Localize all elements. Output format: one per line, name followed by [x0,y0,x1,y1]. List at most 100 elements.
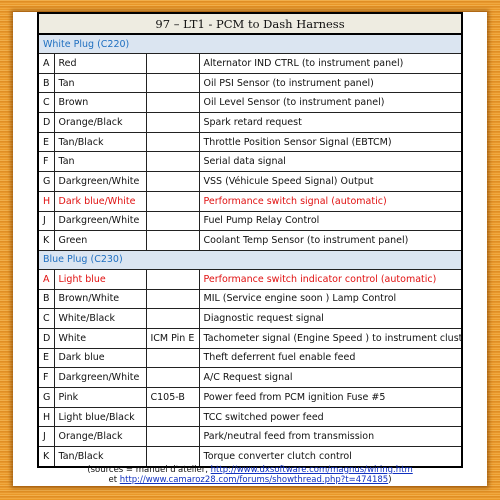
table-row: B Brown/White MIL (Service engine soon ) L… [37,288,463,310]
section-header: White Plug (C220) [37,33,463,54]
table-row: F Darkgreen/White A/C Request signal [37,367,463,388]
pin-letter: D [37,112,55,133]
wire-color: Dark blue/White [53,190,147,212]
connector-pin [145,367,200,388]
pin-letter: J [37,210,55,232]
signal-description: VSS (Véhicule Speed Signal) Output [198,171,463,192]
wire-color: Light blue [53,268,147,290]
connector-pin: C105-B [145,387,200,408]
signal-description: Tachometer signal (Engine Speed ) to ins… [198,327,463,349]
footer-text: ) [388,475,392,485]
wire-color: White/Black [53,308,147,329]
table-row: A Red Alternator IND CTRL (to instrument p… [37,53,463,74]
wire-color: Orange/Black [53,426,147,448]
source-link-camaroz28[interactable]: http://www.camaroz28.com/forums/showthre… [120,475,388,485]
table-row: E Tan/Black Throttle Position Sensor Signa… [37,131,463,153]
pin-letter: C [37,92,55,114]
wire-color: Tan [53,72,147,94]
connector-pin [145,308,200,329]
connector-pin: ICM Pin E [145,327,200,349]
connector-pin [145,446,200,468]
signal-description: TCC switched power feed [198,406,463,428]
pin-letter: G [37,171,55,192]
wire-color: Orange/Black [53,112,147,133]
wire-color: Tan/Black [53,131,147,153]
pin-letter: H [37,406,55,428]
signal-description: Diagnostic request signal [198,308,463,329]
connector-pin [145,426,200,448]
table-row: G Pink C105-B Power feed from PCM ignition … [37,387,463,408]
table-row: C White/Black Diagnostic request signal [37,308,463,329]
connector-pin [145,210,200,232]
wire-color: Green [53,230,147,251]
signal-description: Performance switch signal (automatic) [198,190,463,212]
frame: 97 – LT1 - PCM to Dash Harness White Plu… [13,12,487,486]
signal-description: Park/neutral feed from transmission [198,426,463,448]
signal-description: Serial data signal [198,151,463,173]
table-row: A Light blue Performance switch indicator … [37,268,463,290]
connector-pin [145,72,200,94]
pinout-table: 97 – LT1 - PCM to Dash Harness White Plu… [37,12,463,468]
pin-letter: F [37,151,55,173]
footer-text: et [108,475,120,485]
wire-color: Darkgreen/White [53,367,147,388]
signal-description: Power feed from PCM ignition Fuse #5 [198,387,463,408]
pin-letter: H [37,190,55,212]
wire-color: Light blue/Black [53,406,147,428]
table-row: D Orange/Black Spark retard request [37,112,463,133]
wire-color: White [53,327,147,349]
table-row: B Tan Oil PSI Sensor (to instrument panel) [37,72,463,94]
pin-letter: J [37,426,55,448]
connector-pin [145,151,200,173]
table-title: 97 – LT1 - PCM to Dash Harness [37,12,463,35]
signal-description: A/C Request signal [198,367,463,388]
signal-description: Fuel Pump Relay Control [198,210,463,232]
pin-letter: A [37,53,55,74]
wire-color: Darkgreen/White [53,171,147,192]
table-row: E Dark blue Theft deferrent fuel enable fe… [37,347,463,369]
signal-description: Torque converter clutch control [198,446,463,468]
signal-description: Spark retard request [198,112,463,133]
table-row: G Darkgreen/White VSS (Véhicule Speed Sign… [37,171,463,192]
table-row: K Green Coolant Temp Sensor (to instrument… [37,230,463,251]
table-row: F Tan Serial data signal [37,151,463,173]
table-row: H Light blue/Black TCC switched power feed [37,406,463,428]
pin-letter: G [37,387,55,408]
pin-letter: A [37,268,55,290]
sources-footer: (sources = manuel d'atelier, http://www.… [13,465,487,485]
pin-letter: D [37,327,55,349]
table-row: K Tan/Black Torque converter clutch contro… [37,446,463,468]
pin-letter: B [37,288,55,310]
signal-description: Throttle Position Sensor Signal (EBTCM) [198,131,463,153]
wire-color: Darkgreen/White [53,210,147,232]
signal-description: Oil PSI Sensor (to instrument panel) [198,72,463,94]
connector-pin [145,268,200,290]
pin-letter: E [37,347,55,369]
pin-letter: E [37,131,55,153]
connector-pin [145,92,200,114]
pin-letter: B [37,72,55,94]
connector-pin [145,230,200,251]
signal-description: MIL (Service engine soon ) Lamp Control [198,288,463,310]
connector-pin [145,347,200,369]
signal-description: Performance switch indicator control (au… [198,268,463,290]
wire-color: Tan/Black [53,446,147,468]
connector-pin [145,53,200,74]
pin-letter: K [37,446,55,468]
table-row: H Dark blue/White Performance switch signa… [37,190,463,212]
pin-letter: C [37,308,55,329]
connector-pin [145,190,200,212]
wire-color: Pink [53,387,147,408]
table-row: J Orange/Black Park/neutral feed from tran… [37,426,463,448]
section-header: Blue Plug (C230) [37,249,463,270]
signal-description: Coolant Temp Sensor (to instrument panel… [198,230,463,251]
wire-color: Red [53,53,147,74]
connector-pin [145,406,200,428]
signal-description: Alternator IND CTRL (to instrument panel… [198,53,463,74]
signal-description: Theft deferrent fuel enable feed [198,347,463,369]
footer-text: (sources = manuel d'atelier, [87,465,211,475]
source-link-dxsoftware[interactable]: http://www.dxsoftware.com/magnus/wiring.… [211,465,413,475]
wire-color: Brown/White [53,288,147,310]
pin-letter: F [37,367,55,388]
wire-color: Tan [53,151,147,173]
